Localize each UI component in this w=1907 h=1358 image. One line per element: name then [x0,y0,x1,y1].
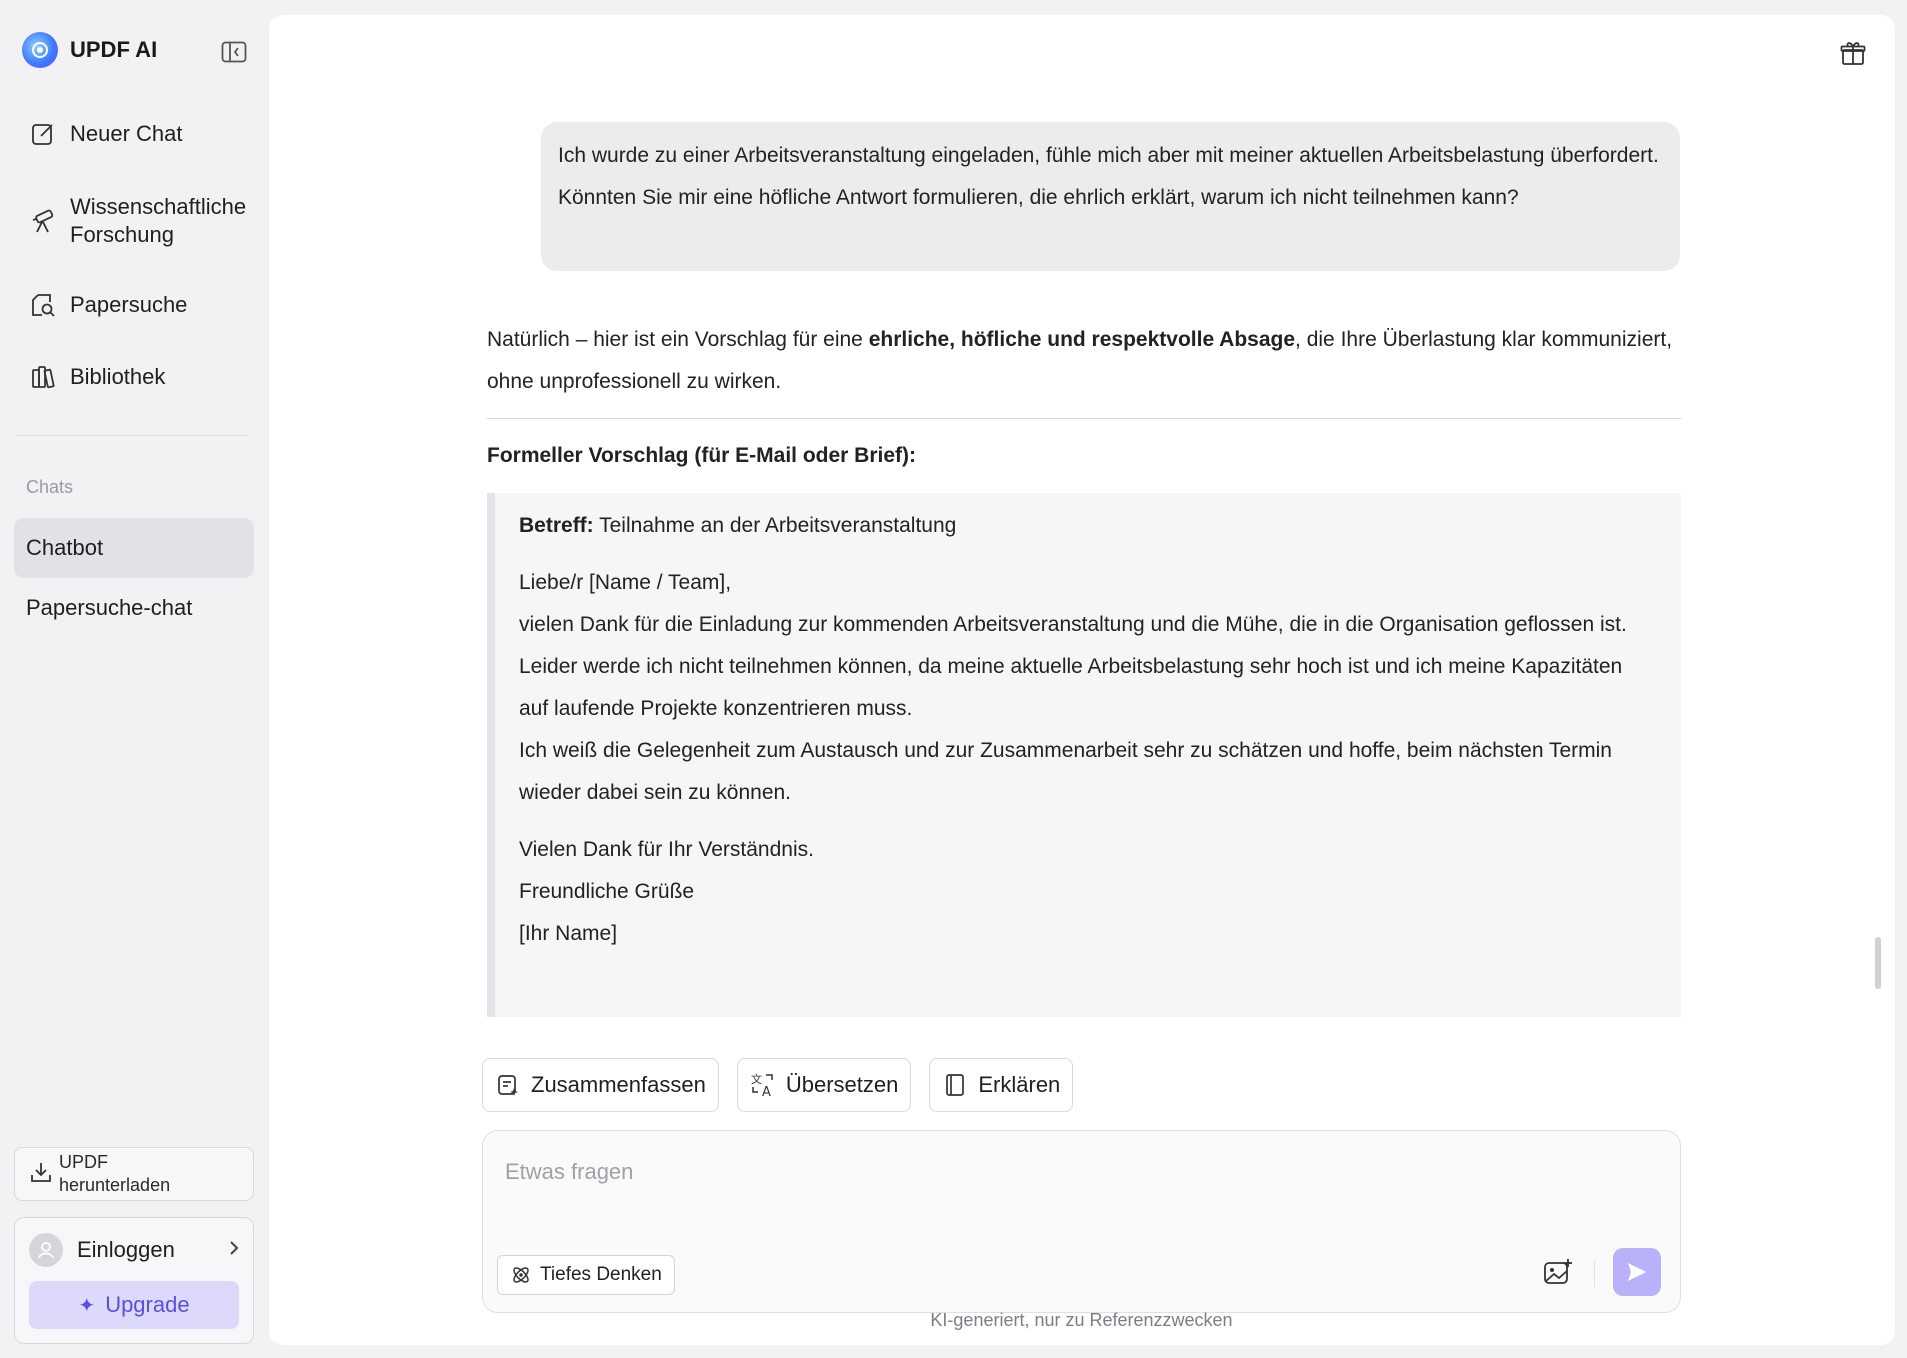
image-upload-icon [1544,1259,1572,1284]
send-icon [1628,1263,1646,1281]
letter-closing: Freundliche Grüße [519,880,695,903]
chat-item-label: Chatbot [26,535,104,560]
answer-intro-bold: ehrliche, höfliche und respektvolle Absa… [868,328,1296,351]
letter-blockquote: Betreff: Teilnahme an der Arbeitsveranst… [487,493,1681,1017]
upgrade-button[interactable]: ✦ Upgrade [29,1281,239,1329]
user-icon [38,1242,54,1259]
letter-subject-label: Betreff: [519,514,594,537]
answer-intro-text: Natürlich – hier ist ein Vorschlag für e… [487,328,869,351]
scrollbar-thumb[interactable] [1875,937,1881,989]
send-button[interactable] [1613,1248,1661,1296]
nav-label: Papersuche [70,292,188,317]
updf-logo-icon [22,32,58,68]
chats-section-label: Chats [26,477,74,497]
sparkle-icon: ✦ [78,1294,96,1317]
deep-think-label: Tiefes Denken [540,1264,662,1285]
letter-subject-text: Teilnahme an der Arbeitsveranstaltung [593,514,957,537]
ai-disclaimer: KI-generiert, nur zu Referenzzwecken [930,1310,1233,1330]
login-button[interactable]: Einloggen [29,1232,241,1268]
translate-icon: 文A [750,1072,776,1098]
chat-item-chatbot[interactable]: Chatbot [14,518,254,578]
book-icon [942,1072,968,1098]
summarize-button[interactable]: Zusammenfassen [482,1058,719,1112]
message-input[interactable] [505,1159,1505,1185]
letter-greeting: Liebe/r [Name / Team], [519,571,732,594]
nav-new-chat[interactable]: Neuer Chat [28,120,183,148]
download-label-line2: herunterladen [59,1175,171,1195]
svg-text:文: 文 [751,1072,762,1086]
letter-paragraph: Leider werde ich nicht teilnehmen können… [519,655,1623,720]
download-updf-button[interactable]: UPDF herunterladen [14,1147,254,1201]
account-panel: Einloggen ✦ Upgrade [14,1217,254,1344]
explain-button[interactable]: Erklären [929,1058,1074,1112]
library-icon [28,363,58,391]
summarize-icon [495,1072,521,1098]
letter-paragraph: vielen Dank für die Einladung zur kommen… [519,613,1627,636]
collapse-sidebar-button[interactable] [220,40,248,64]
app-name: UPDF AI [70,37,158,62]
chat-item-label: Papersuche-chat [26,595,193,620]
letter-subject: Betreff: Teilnahme an der Arbeitsveranst… [519,505,1657,547]
nav-label: Neuer Chat [70,121,183,146]
user-message: Ich wurde zu einer Arbeitsveranstaltung … [541,122,1680,271]
telescope-icon [28,207,58,235]
edit-icon [28,120,58,148]
brand: UPDF AI [22,32,157,68]
letter-paragraph: Ich weiß die Gelegenheit zum Austausch u… [519,739,1612,804]
gift-icon [1840,42,1866,65]
sidebar: UPDF AI Neuer Chat Wissenschaftliche For… [0,0,268,1358]
letter-closing: Vielen Dank für Ihr Verständnis. [519,838,814,861]
quick-actions: Zusammenfassen 文A Übersetzen Erklären [482,1058,1091,1112]
upgrade-label: Upgrade [105,1292,190,1317]
download-label: UPDF herunterladen [59,1151,170,1197]
chat-item-papersuche-chat[interactable]: Papersuche-chat [14,578,254,638]
sidebar-divider [16,435,248,436]
download-icon [29,1160,53,1189]
nav-label: Wissenschaftliche Forschung [70,194,247,247]
answer-intro: Natürlich – hier ist ein Vorschlag für e… [487,319,1681,403]
divider [487,418,1681,419]
gift-button[interactable] [1837,37,1869,69]
svg-text:A: A [762,1085,771,1098]
nav-paper-search[interactable]: Papersuche [28,291,187,319]
summarize-label: Zusammenfassen [531,1072,706,1097]
nav-library[interactable]: Bibliothek [28,363,165,391]
letter-signature: [Ihr Name] [519,922,618,945]
nav-label: Bibliothek [70,364,166,389]
composer-separator [1594,1261,1595,1287]
sidebar-toggle-icon [221,41,247,63]
translate-label: Übersetzen [785,1072,899,1097]
chevron-right-icon [227,1239,241,1262]
document-search-icon [28,291,58,319]
login-label: Einloggen [77,1237,175,1262]
translate-button[interactable]: 文A Übersetzen [736,1058,912,1112]
chat-panel: Ich wurde zu einer Arbeitsveranstaltung … [269,15,1895,1345]
download-label-line1: UPDF [59,1152,108,1172]
add-image-button[interactable] [1541,1255,1575,1289]
atom-icon [510,1264,532,1286]
nav-scientific-research[interactable]: Wissenschaftliche Forschung [28,193,258,249]
avatar [29,1233,63,1267]
composer: Tiefes Denken [482,1130,1681,1313]
answer-heading: Formeller Vorschlag (für E-Mail oder Bri… [487,444,917,467]
deep-think-toggle[interactable]: Tiefes Denken [497,1255,675,1295]
explain-label: Erklären [978,1072,1061,1097]
